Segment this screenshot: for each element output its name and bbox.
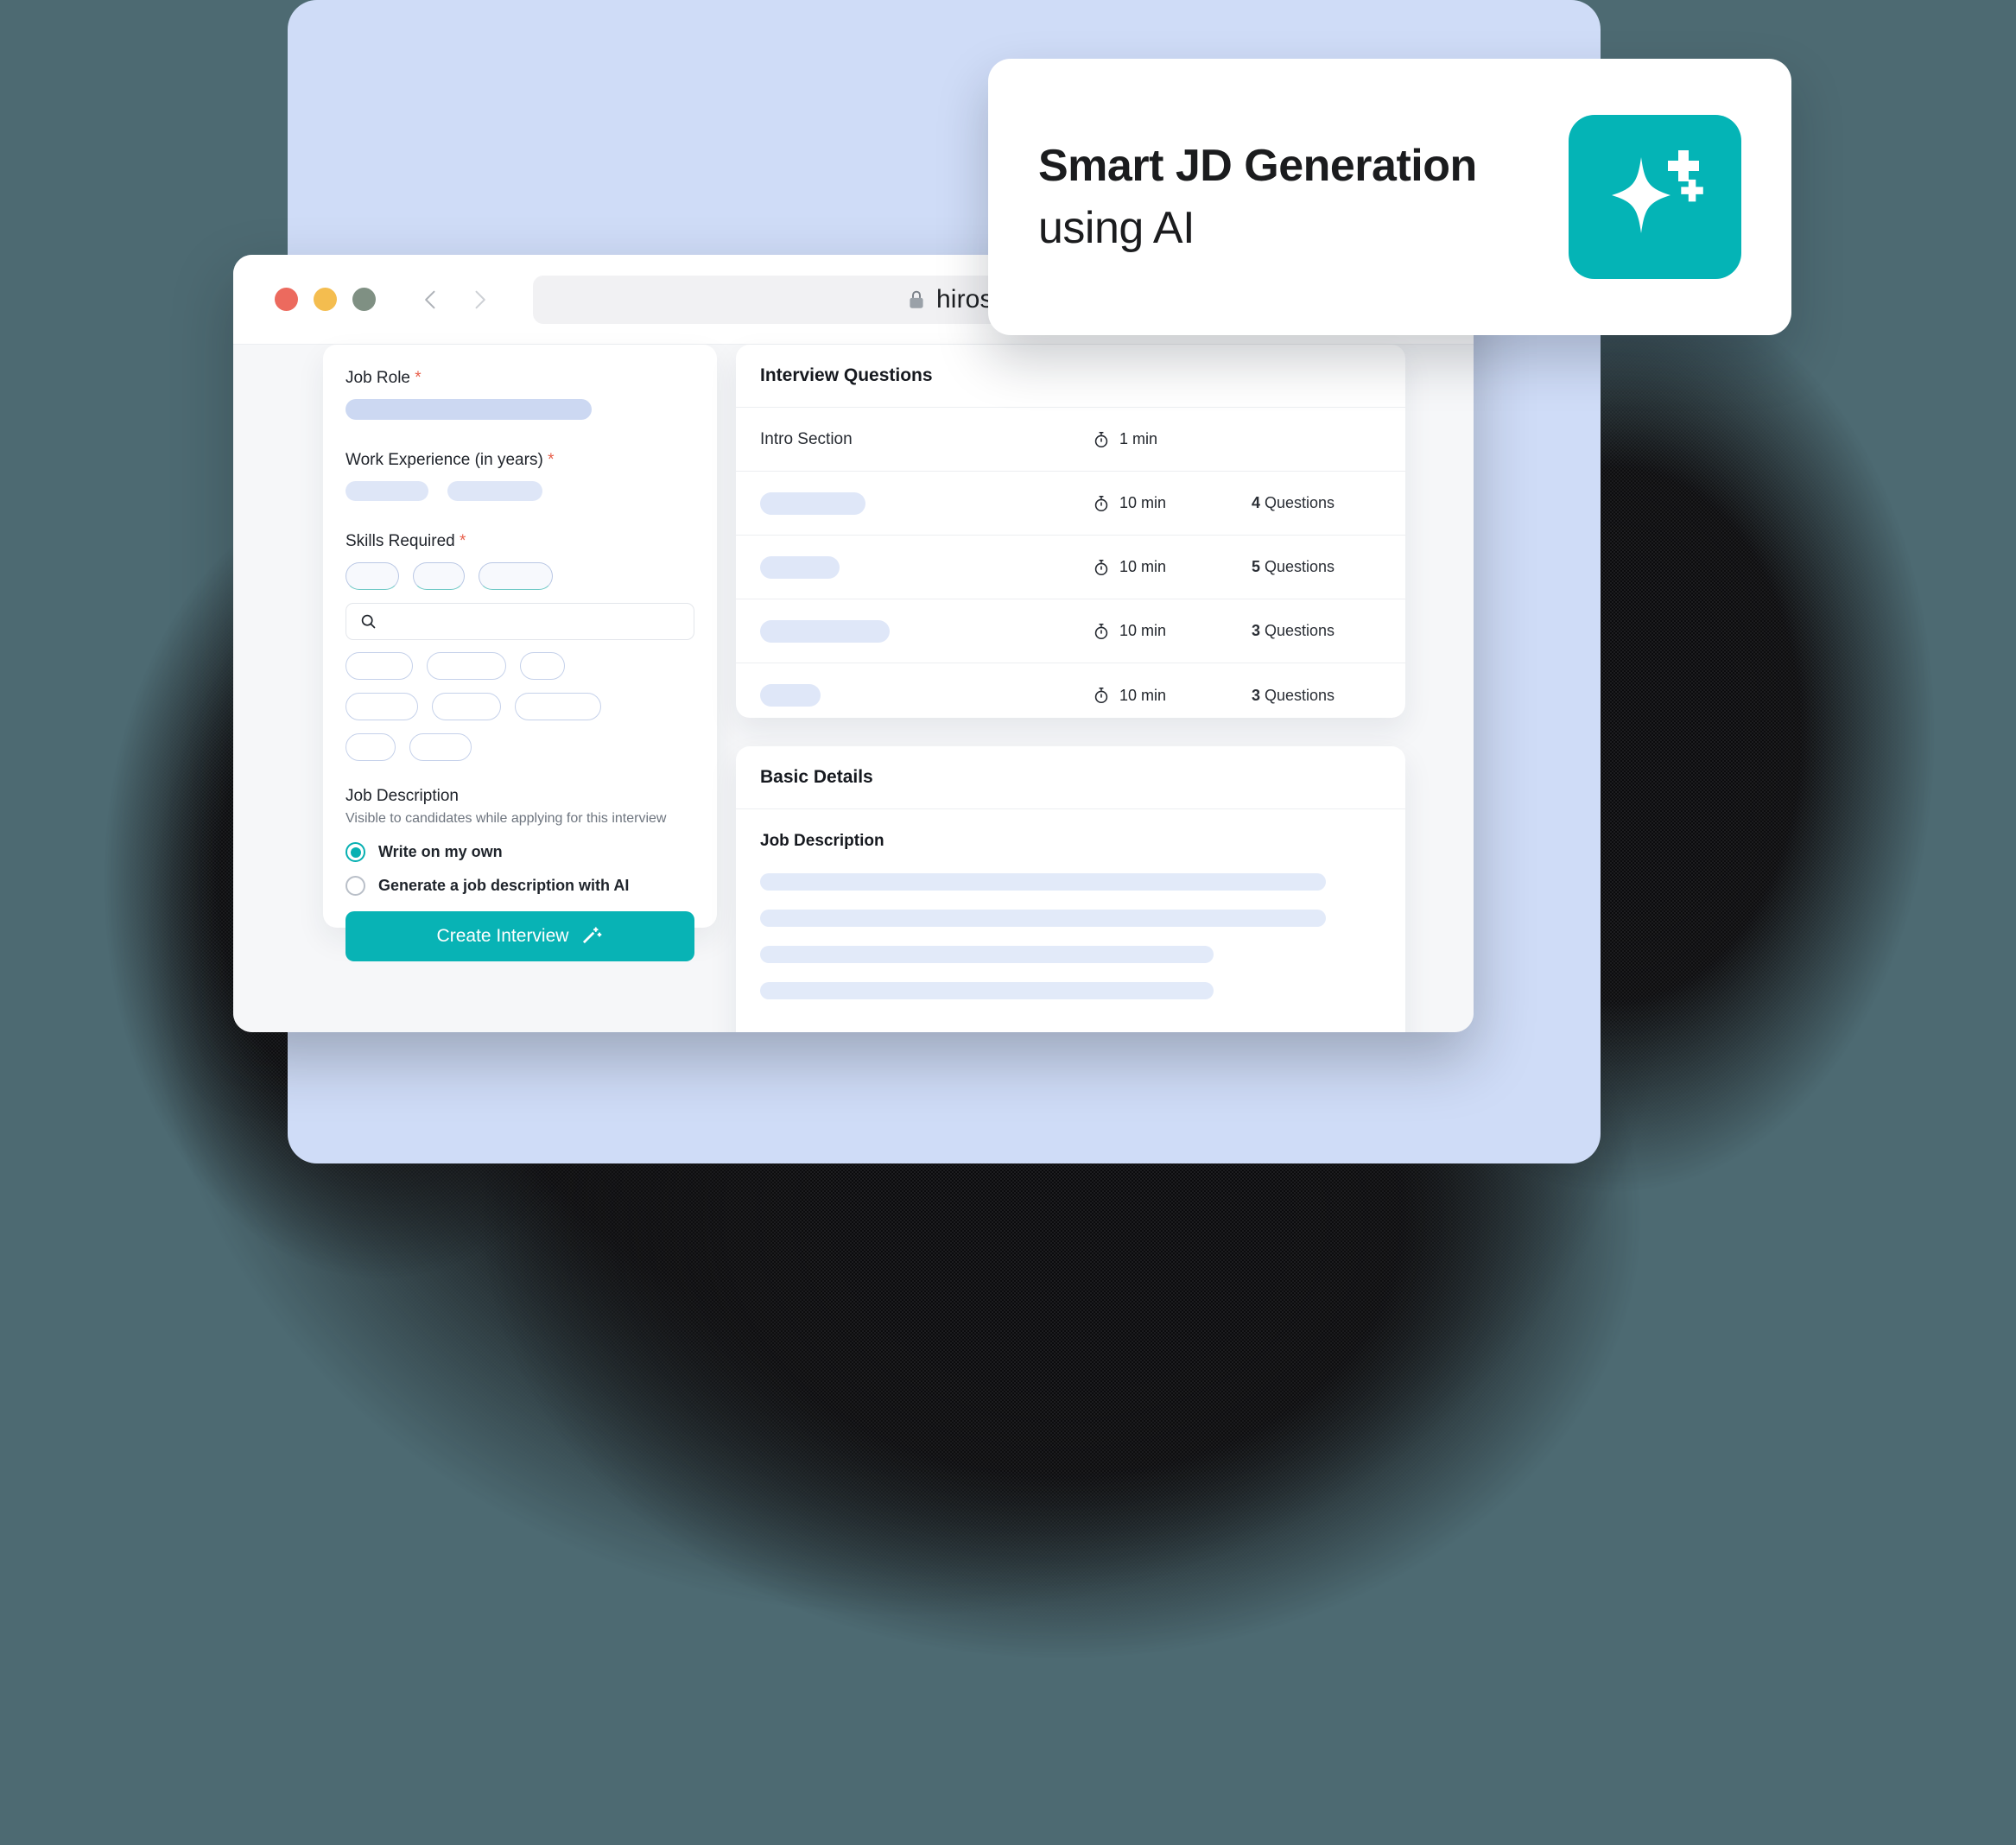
ai-sparkle-icon — [1569, 115, 1741, 279]
radio-generate-with-ai[interactable]: Generate a job description with AI — [346, 876, 694, 896]
app-page: Job Role * Work Experience (in years) * … — [233, 345, 1474, 1032]
basic-details-title: Basic Details — [736, 746, 1405, 809]
feature-title: Smart JD Generation — [1038, 141, 1477, 191]
table-row[interactable]: Intro Section 1 min — [736, 408, 1405, 472]
section-duration: 10 min — [1092, 558, 1252, 577]
basic-details-body: Job Description — [736, 809, 1405, 1032]
create-interview-label: Create Interview — [436, 926, 569, 946]
table-row[interactable]: 10 min 4 Questions — [736, 472, 1405, 536]
stopwatch-icon — [1094, 495, 1108, 511]
work-experience-max-input[interactable] — [447, 481, 542, 501]
section-name-skeleton — [760, 555, 1092, 579]
radio-label: Generate a job description with AI — [378, 877, 630, 894]
text-skeleton-line — [760, 910, 1326, 927]
skills-search-input[interactable] — [346, 603, 694, 640]
stopwatch-icon — [1094, 431, 1108, 447]
skill-option-chip[interactable] — [427, 652, 506, 680]
text-skeleton-line — [760, 982, 1214, 999]
required-asterisk: * — [415, 369, 422, 387]
magic-wand-icon — [583, 927, 602, 944]
skill-option-chip[interactable] — [515, 693, 601, 720]
required-asterisk: * — [460, 532, 466, 550]
radio-write-on-my-own[interactable]: Write on my own — [346, 842, 694, 862]
section-name: Intro Section — [760, 429, 853, 448]
skill-option-row — [346, 693, 694, 720]
section-name-skeleton — [760, 619, 1092, 643]
skill-option-chip[interactable] — [409, 733, 472, 761]
text-skeleton-line — [760, 946, 1214, 963]
back-chevron-icon[interactable] — [414, 282, 448, 317]
screenshot-stage: hiroscope.ai Job Role * Work Experience … — [0, 0, 2016, 1845]
table-row[interactable]: 10 min 5 Questions — [736, 536, 1405, 599]
browser-nav — [414, 282, 497, 317]
skill-option-chip[interactable] — [346, 693, 418, 720]
selected-skill-chip[interactable] — [413, 562, 465, 590]
section-name-skeleton — [760, 491, 1092, 515]
create-interview-button[interactable]: Create Interview — [346, 911, 694, 961]
browser-window: hiroscope.ai Job Role * Work Experience … — [233, 255, 1474, 1032]
skill-option-row — [346, 652, 694, 680]
stopwatch-icon — [1094, 559, 1108, 575]
traffic-lights — [275, 288, 376, 311]
feature-callout-card: Smart JD Generation using AI — [988, 59, 1791, 335]
radio-unselected-icon — [346, 876, 365, 896]
interview-questions-title: Interview Questions — [736, 345, 1405, 408]
question-count: 4 Questions — [1252, 494, 1335, 511]
section-duration: 10 min — [1092, 494, 1252, 513]
basic-details-subtitle: Job Description — [760, 832, 884, 850]
selected-skills-row — [346, 562, 694, 590]
selected-skill-chip[interactable] — [479, 562, 553, 590]
question-count: 3 Questions — [1252, 622, 1335, 639]
interview-questions-panel: Interview Questions Intro Section 1 min — [736, 345, 1405, 718]
section-duration: 10 min — [1092, 686, 1252, 705]
stopwatch-icon — [1094, 687, 1108, 704]
table-row[interactable]: 10 min 3 Questions — [736, 663, 1405, 718]
close-window-button[interactable] — [275, 288, 298, 311]
skill-option-chip[interactable] — [346, 652, 413, 680]
job-role-input[interactable] — [346, 399, 592, 420]
table-row[interactable]: 10 min 3 Questions — [736, 599, 1405, 663]
question-count: 5 Questions — [1252, 558, 1335, 575]
feature-subtitle: using AI — [1038, 203, 1195, 253]
text-skeleton-line — [760, 873, 1326, 891]
section-duration: 1 min — [1092, 430, 1252, 449]
job-description-heading: Job Description — [346, 787, 459, 805]
lock-icon — [907, 288, 926, 311]
stopwatch-icon — [1094, 623, 1108, 639]
question-count: 3 Questions — [1252, 686, 1335, 704]
job-description-subtitle: Visible to candidates while applying for… — [346, 811, 667, 826]
work-experience-label: Work Experience (in years) * — [346, 451, 555, 469]
basic-details-panel: Basic Details Job Description — [736, 746, 1405, 1032]
create-interview-form: Job Role * Work Experience (in years) * … — [323, 345, 717, 961]
skill-option-chip[interactable] — [432, 693, 501, 720]
job-role-label: Job Role * — [346, 369, 422, 387]
radio-label: Write on my own — [378, 843, 503, 860]
skill-option-row — [346, 733, 694, 761]
section-name-skeleton — [760, 684, 1092, 707]
feature-text: Smart JD Generation using AI — [1038, 140, 1569, 254]
maximize-window-button[interactable] — [352, 288, 376, 311]
search-icon — [361, 614, 376, 629]
skill-option-chip[interactable] — [346, 733, 396, 761]
work-experience-min-input[interactable] — [346, 481, 428, 501]
skill-option-chip[interactable] — [520, 652, 565, 680]
section-duration: 10 min — [1092, 622, 1252, 641]
radio-selected-icon — [346, 842, 365, 862]
required-asterisk: * — [548, 451, 555, 469]
work-experience-inputs — [346, 481, 694, 501]
minimize-window-button[interactable] — [314, 288, 337, 311]
forward-chevron-icon[interactable] — [462, 282, 497, 317]
selected-skill-chip[interactable] — [346, 562, 399, 590]
skills-required-label: Skills Required * — [346, 532, 466, 550]
